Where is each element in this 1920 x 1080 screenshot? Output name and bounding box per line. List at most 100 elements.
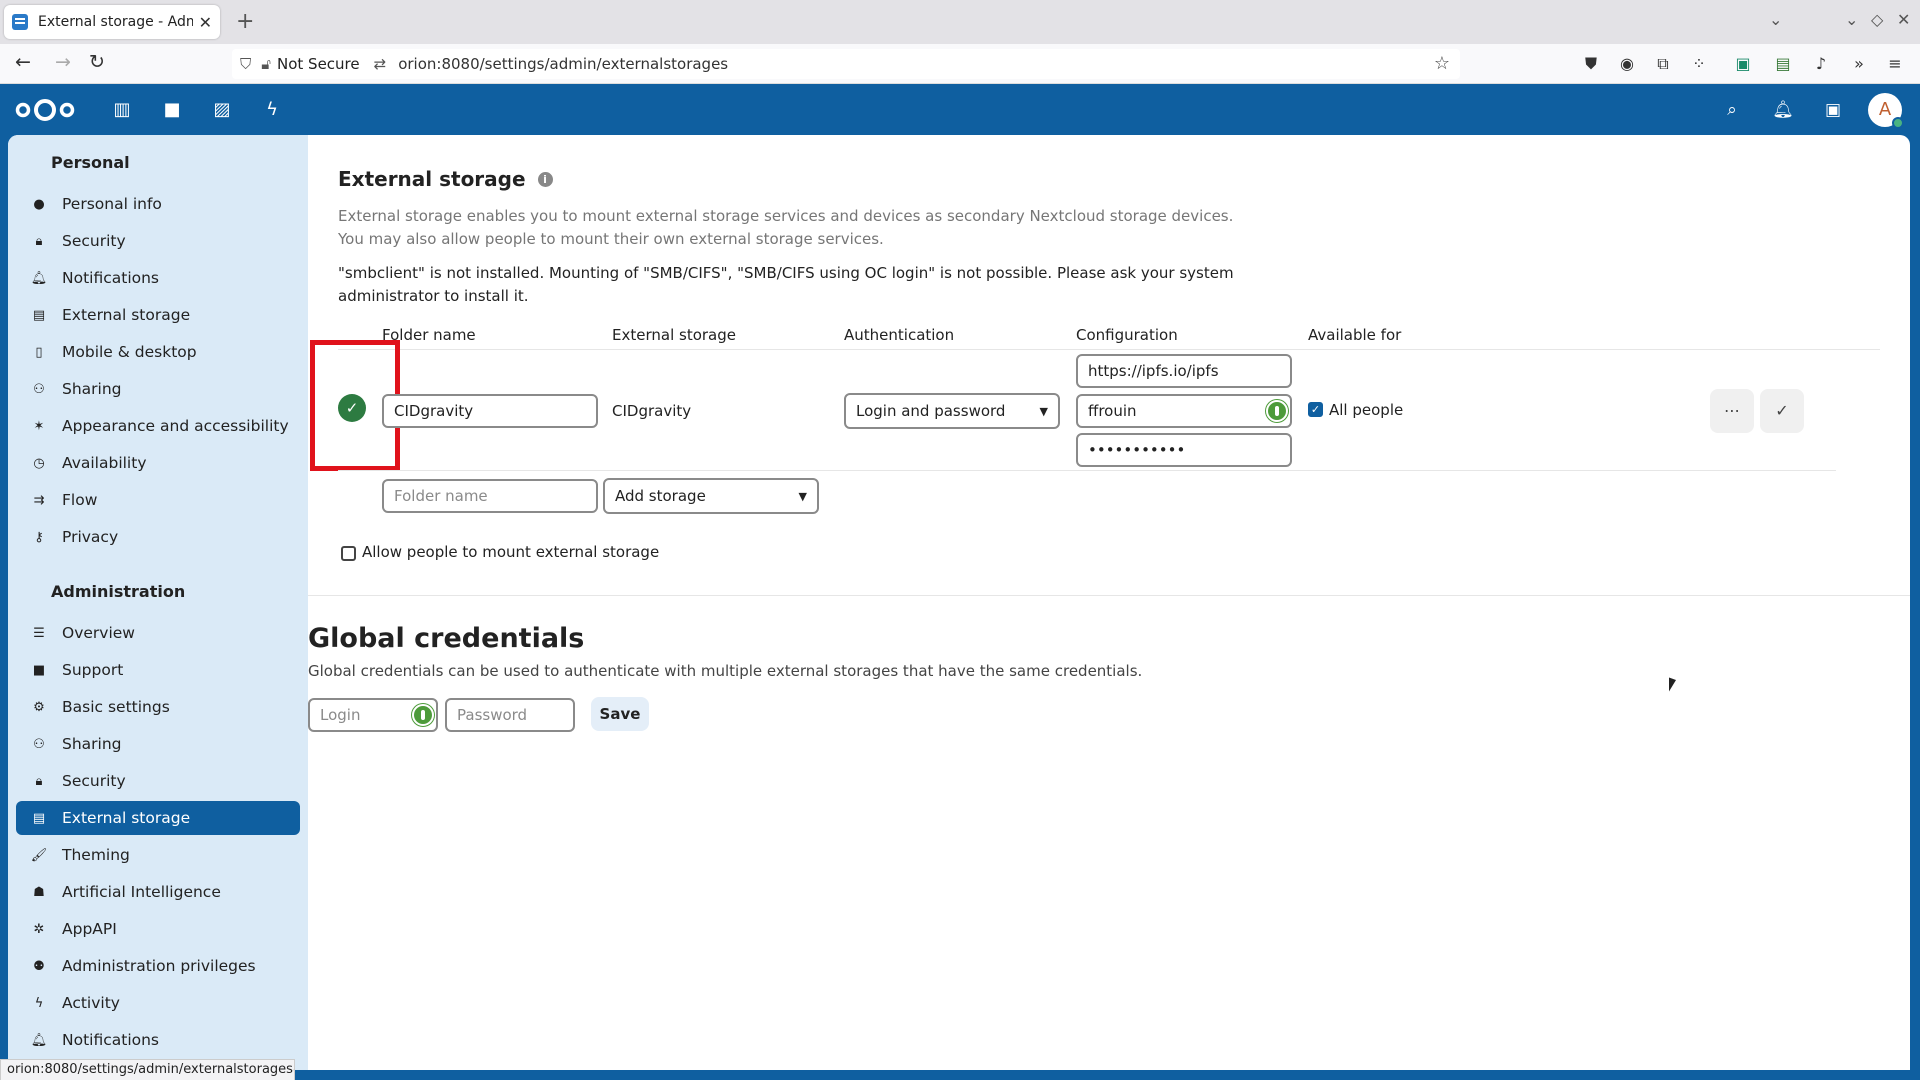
global-login-input[interactable]: Login bbox=[308, 698, 438, 732]
notifications-bell-icon[interactable]: 🔔︎ bbox=[1771, 98, 1795, 122]
music-icon[interactable]: ♪ bbox=[1810, 53, 1832, 75]
search-icon[interactable]: ⌕ bbox=[1720, 98, 1744, 122]
global-password-input[interactable]: Password bbox=[445, 698, 575, 732]
column-external-storage: External storage bbox=[612, 326, 736, 344]
sidebar-item-admin-external-storage[interactable]: ▤ External storage bbox=[16, 801, 300, 835]
reload-icon[interactable]: ↻ bbox=[84, 51, 110, 73]
sidebar-item-label: Sharing bbox=[62, 735, 122, 753]
sidebar-item-sharing[interactable]: ⚇ Sharing bbox=[16, 372, 300, 406]
extension-badge-icon[interactable]: ▤ bbox=[1772, 53, 1794, 75]
storage-icon: ▤ bbox=[32, 307, 46, 323]
sidebar-item-label: Privacy bbox=[62, 528, 119, 546]
available-for-all-checkbox[interactable]: ✓ bbox=[1308, 402, 1323, 417]
pocket-icon[interactable]: ⛊ bbox=[1580, 53, 1602, 75]
sidebar-item-admin-security[interactable]: 🔒︎ Security bbox=[16, 764, 300, 798]
add-storage-select[interactable]: Add storage ▼ bbox=[603, 478, 819, 514]
online-status-icon bbox=[1892, 117, 1904, 129]
forward-icon[interactable]: → bbox=[50, 51, 76, 73]
sidebar-item-admin-sharing[interactable]: ⚇ Sharing bbox=[16, 727, 300, 761]
sidebar-item-label: External storage bbox=[62, 809, 191, 827]
sidebar-item-label: Sharing bbox=[62, 380, 122, 398]
list-tabs-icon[interactable]: ⌄ bbox=[1769, 10, 1782, 29]
info-icon[interactable]: i bbox=[537, 171, 553, 187]
dashboard-icon[interactable]: ▥ bbox=[110, 98, 134, 122]
sidebar-item-admin-notifications[interactable]: 🔔︎ Notifications bbox=[16, 1023, 300, 1057]
files-icon[interactable]: ■ bbox=[160, 98, 184, 122]
password-manager-icon[interactable] bbox=[412, 704, 434, 726]
back-icon[interactable]: ← bbox=[10, 51, 36, 73]
global-credentials-save-button[interactable]: Save bbox=[591, 697, 649, 731]
sidebar-item-theming[interactable]: 🖌︎ Theming bbox=[16, 838, 300, 872]
extensions-icon[interactable]: ⧉ bbox=[1652, 53, 1674, 75]
browser-tab[interactable]: External storage - Adminis ✕ bbox=[4, 5, 220, 39]
bookmark-star-icon[interactable]: ☆ bbox=[1434, 53, 1450, 74]
sidebar-item-notifications[interactable]: 🔔︎ Notifications bbox=[16, 261, 300, 295]
share-icon: ⚇ bbox=[33, 736, 45, 752]
storage-icon: ▤ bbox=[32, 810, 46, 826]
shield-icon[interactable]: ⛉ bbox=[240, 55, 251, 73]
column-available-for: Available for bbox=[1308, 326, 1402, 344]
sidebar-item-label: Security bbox=[62, 232, 126, 250]
more-options-icon[interactable]: ⋯ bbox=[1710, 389, 1754, 433]
tab-title: External storage - Adminis bbox=[38, 14, 193, 30]
global-credentials-description: Global credentials can be used to authen… bbox=[308, 662, 1143, 680]
config-password-input[interactable]: ••••••••••• bbox=[1076, 433, 1292, 467]
sidebar-item-label: Basic settings bbox=[62, 698, 170, 716]
minimize-icon[interactable]: ⌄ bbox=[1845, 10, 1858, 29]
save-mount-check-icon[interactable]: ✓ bbox=[1760, 389, 1804, 433]
menu-icon[interactable]: ≡ bbox=[1884, 53, 1906, 75]
sidebar-item-appapi[interactable]: ✲ AppAPI bbox=[16, 912, 300, 946]
sidebar-item-label: Overview bbox=[62, 624, 135, 642]
extension-puzzle-icon[interactable]: ⁘ bbox=[1688, 53, 1710, 75]
bolt-icon: ϟ bbox=[34, 995, 44, 1011]
close-tab-icon[interactable]: ✕ bbox=[199, 13, 212, 32]
sidebar-item-external-storage[interactable]: ▤ External storage bbox=[16, 298, 300, 332]
sidebar-item-security[interactable]: 🔒︎ Security bbox=[16, 224, 300, 258]
address-bar[interactable]: ⛉ 🔓︎ Not Secure ⇄ orion:8080/settings/ad… bbox=[232, 49, 1460, 79]
sidebar-item-mobile-desktop[interactable]: ▯ Mobile & desktop bbox=[16, 335, 300, 369]
sidebar-item-label: Flow bbox=[62, 491, 98, 509]
more-tools-icon[interactable]: » bbox=[1848, 53, 1870, 75]
sidebar-item-privacy[interactable]: ⚷ Privacy bbox=[16, 520, 300, 554]
sidebar-item-flow[interactable]: ⇉ Flow bbox=[16, 483, 300, 517]
sidebar-item-admin-privileges[interactable]: ⚉ Administration privileges bbox=[16, 949, 300, 983]
sidebar-item-overview[interactable]: ☰ Overview bbox=[16, 616, 300, 650]
sidebar-heading-personal: Personal bbox=[51, 153, 130, 172]
activity-icon[interactable]: ϟ bbox=[260, 98, 284, 122]
sidebar-item-label: AppAPI bbox=[62, 920, 117, 938]
allow-user-mount-label: Allow people to mount external storage bbox=[362, 543, 660, 561]
sidebar-item-label: Notifications bbox=[62, 1031, 160, 1049]
maximize-icon[interactable]: ◇ bbox=[1871, 10, 1883, 29]
sidebar-item-personal-info[interactable]: ● Personal info bbox=[16, 187, 300, 221]
sidebar-item-ai[interactable]: ☗ Artificial Intelligence bbox=[16, 875, 300, 909]
config-url-input[interactable]: https://ipfs.io/ipfs bbox=[1076, 354, 1292, 388]
sidebar-item-basic-settings[interactable]: ⚙ Basic settings bbox=[16, 690, 300, 724]
url-text[interactable]: orion:8080/settings/admin/externalstorag… bbox=[398, 55, 728, 73]
link-status-bar: orion:8080/settings/admin/externalstorag… bbox=[0, 1059, 295, 1080]
config-login-input[interactable]: ffrouin bbox=[1076, 394, 1292, 428]
new-tab-icon[interactable]: + bbox=[236, 9, 254, 34]
password-manager-icon[interactable] bbox=[1266, 400, 1288, 422]
not-secure-indicator[interactable]: 🔓︎ Not Secure bbox=[261, 55, 359, 73]
sidebar-item-availability[interactable]: ◷ Availability bbox=[16, 446, 300, 480]
column-configuration: Configuration bbox=[1076, 326, 1178, 344]
permissions-icon[interactable]: ⇄ bbox=[374, 55, 387, 73]
person-icon: ● bbox=[33, 196, 45, 212]
folder-name-input[interactable]: CIDgravity bbox=[382, 394, 598, 428]
global-login-placeholder: Login bbox=[320, 706, 361, 724]
sidebar-item-label: Appearance and accessibility bbox=[62, 417, 289, 435]
sidebar-item-activity[interactable]: ϟ Activity bbox=[16, 986, 300, 1020]
close-window-icon[interactable]: ✕ bbox=[1897, 10, 1910, 29]
avatar[interactable]: A bbox=[1868, 93, 1904, 129]
new-folder-name-input[interactable]: Folder name bbox=[382, 479, 598, 513]
bell-icon: 🔔︎ bbox=[30, 270, 48, 286]
sidebar-item-support[interactable]: ■ Support bbox=[16, 653, 300, 687]
allow-user-mount-checkbox[interactable] bbox=[341, 546, 356, 561]
contacts-icon[interactable]: ▣ bbox=[1821, 98, 1845, 122]
nextcloud-logo-icon[interactable] bbox=[14, 97, 76, 123]
photos-icon[interactable]: ▨ bbox=[210, 98, 234, 122]
extension-green-icon[interactable]: ▣ bbox=[1732, 53, 1754, 75]
sidebar-item-appearance[interactable]: ✶ Appearance and accessibility bbox=[16, 409, 300, 443]
account-icon[interactable]: ◉ bbox=[1616, 53, 1638, 75]
authentication-select[interactable]: Login and password ▼ bbox=[844, 393, 1060, 429]
